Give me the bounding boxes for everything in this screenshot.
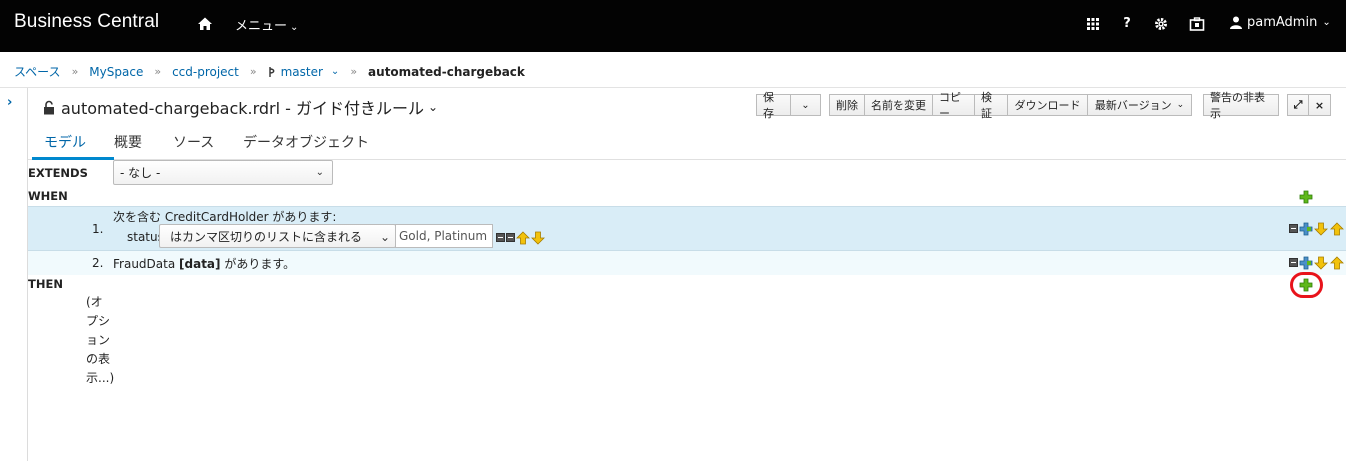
latest-version-dropdown[interactable]: 最新バージョン ⌄ [1088, 94, 1192, 116]
user-icon [1230, 16, 1242, 29]
condition-1-number: 1. [92, 222, 104, 236]
latest-version-label: 最新バージョン [1094, 99, 1172, 112]
remove-constraint-icon[interactable] [496, 233, 505, 242]
condition-2-text-before: FraudData [113, 257, 180, 271]
condition-2-pattern-text[interactable]: FraudData [data] があります。 [113, 255, 295, 272]
breadcrumb-separator: » [71, 65, 79, 78]
value-input[interactable]: Gold, Platinum [395, 224, 493, 248]
remove-condition-icon[interactable] [1289, 258, 1298, 267]
condition-1-pattern-text[interactable]: 次を含む CreditCardHolder があります: [113, 208, 336, 225]
condition-2-binding: [data] [179, 257, 221, 271]
when-label: WHEN [28, 189, 68, 203]
title-dropdown-chevron-icon[interactable]: ⌄ [428, 100, 438, 114]
app-launcher-icon[interactable] [1085, 16, 1101, 32]
copy-button[interactable]: コピー [933, 91, 975, 120]
breadcrumb-space[interactable]: MySpace [89, 65, 143, 79]
save-options-dropdown[interactable]: ⌄ [791, 94, 821, 116]
hide-alerts-button[interactable]: 警告の非表示 [1203, 91, 1279, 120]
operator-select[interactable]: はカンマ区切りのリストに含まれる ⌄ [159, 224, 396, 248]
file-actions-group: 削除 名前を変更 コピー 検証 ダウンロード 最新バージョン ⌄ [829, 91, 1192, 120]
help-icon[interactable]: ? [1119, 16, 1135, 32]
menu-dropdown[interactable]: メニュー ⌄ [235, 15, 298, 34]
window-actions-group: ⤢ × [1287, 94, 1331, 116]
save-button[interactable]: 保存 [756, 91, 791, 120]
operator-value: はカンマ区切りのリストに含まれる [170, 229, 363, 244]
user-menu[interactable]: pamAdmin ⌄ [1230, 15, 1331, 30]
expand-panel-icon[interactable]: › [7, 95, 12, 110]
alerts-group: 警告の非表示 [1203, 91, 1279, 120]
remove-condition-icon[interactable] [1289, 224, 1298, 233]
breadcrumb-spaces[interactable]: スペース [14, 63, 61, 80]
task-inbox-icon[interactable] [1189, 16, 1205, 32]
move-up-arrow-icon[interactable] [1330, 222, 1344, 236]
save-group: 保存 ⌄ [756, 91, 821, 120]
breadcrumb-current: automated-chargeback [368, 64, 525, 79]
branch-name: master [280, 64, 323, 79]
highlight-annotation [1290, 272, 1323, 298]
chevron-down-icon: ⌄ [379, 230, 390, 244]
branch-icon [268, 66, 275, 77]
masthead: Business Central メニュー ⌄ ? pamAdmin ⌄ [0, 0, 1346, 52]
tab-source[interactable]: ソース [173, 132, 214, 152]
validate-button[interactable]: 検証 [975, 91, 1008, 120]
maximize-icon[interactable]: ⤢ [1287, 94, 1309, 116]
extends-select[interactable]: - なし - ⌄ [113, 160, 333, 185]
active-tab-indicator [32, 157, 114, 160]
remove-constraint-icon[interactable] [506, 233, 515, 242]
home-icon[interactable] [197, 16, 213, 32]
menu-label: メニュー [235, 19, 288, 34]
condition-2-text-after: があります。 [220, 257, 296, 271]
condition-2-number: 2. [92, 256, 104, 270]
extends-label: EXTENDS [28, 166, 88, 180]
lock-icon [44, 100, 54, 114]
editor-tabs: モデル 概要 ソース データオブジェクト [28, 124, 1346, 160]
download-button[interactable]: ダウンロード [1008, 94, 1088, 116]
gear-icon[interactable] [1153, 16, 1169, 32]
branch-selector[interactable]: master ⌄ [268, 64, 340, 79]
move-up-arrow-icon[interactable] [516, 231, 530, 245]
breadcrumb: スペース » MySpace » ccd-project » master ⌄ … [14, 63, 525, 80]
file-title: automated-chargeback.rdrl - ガイド付きルール [61, 99, 425, 118]
insert-condition-plus-icon[interactable] [1299, 256, 1313, 270]
move-up-arrow-icon[interactable] [1330, 256, 1344, 270]
tab-model[interactable]: モデル [44, 132, 86, 152]
breadcrumb-bar: スペース » MySpace » ccd-project » master ⌄ … [0, 52, 1346, 88]
tab-overview[interactable]: 概要 [114, 132, 142, 152]
insert-condition-plus-icon[interactable] [1299, 222, 1313, 236]
delete-button[interactable]: 削除 [829, 94, 865, 116]
rename-button[interactable]: 名前を変更 [865, 94, 933, 116]
move-down-arrow-icon[interactable] [1314, 222, 1328, 236]
breadcrumb-project[interactable]: ccd-project [172, 65, 239, 79]
show-options-link[interactable]: (オプションの表示...) [86, 293, 114, 388]
chevron-down-icon: ⌄ [1176, 100, 1185, 110]
editor-title: automated-chargeback.rdrl - ガイド付きルール ⌄ [43, 95, 438, 119]
then-label: THEN [28, 277, 63, 291]
user-name: pamAdmin [1247, 15, 1318, 30]
tab-data-objects[interactable]: データオブジェクト [243, 132, 369, 152]
breadcrumb-separator: » [154, 65, 162, 78]
breadcrumb-separator: » [249, 65, 257, 78]
chevron-down-icon: ⌄ [290, 22, 299, 33]
chevron-down-icon: ⌄ [1322, 17, 1331, 28]
close-icon[interactable]: × [1309, 94, 1331, 116]
add-condition-plus-icon[interactable] [1299, 190, 1313, 204]
chevron-down-icon: ⌄ [330, 66, 340, 77]
brand-title[interactable]: Business Central [14, 11, 159, 33]
breadcrumb-separator: » [350, 65, 358, 78]
extends-value: - なし - [120, 166, 161, 180]
move-down-arrow-icon[interactable] [531, 231, 545, 245]
chevron-down-icon: ⌄ [315, 167, 324, 178]
move-down-arrow-icon[interactable] [1314, 256, 1328, 270]
side-panel-collapsed: › [0, 88, 28, 461]
